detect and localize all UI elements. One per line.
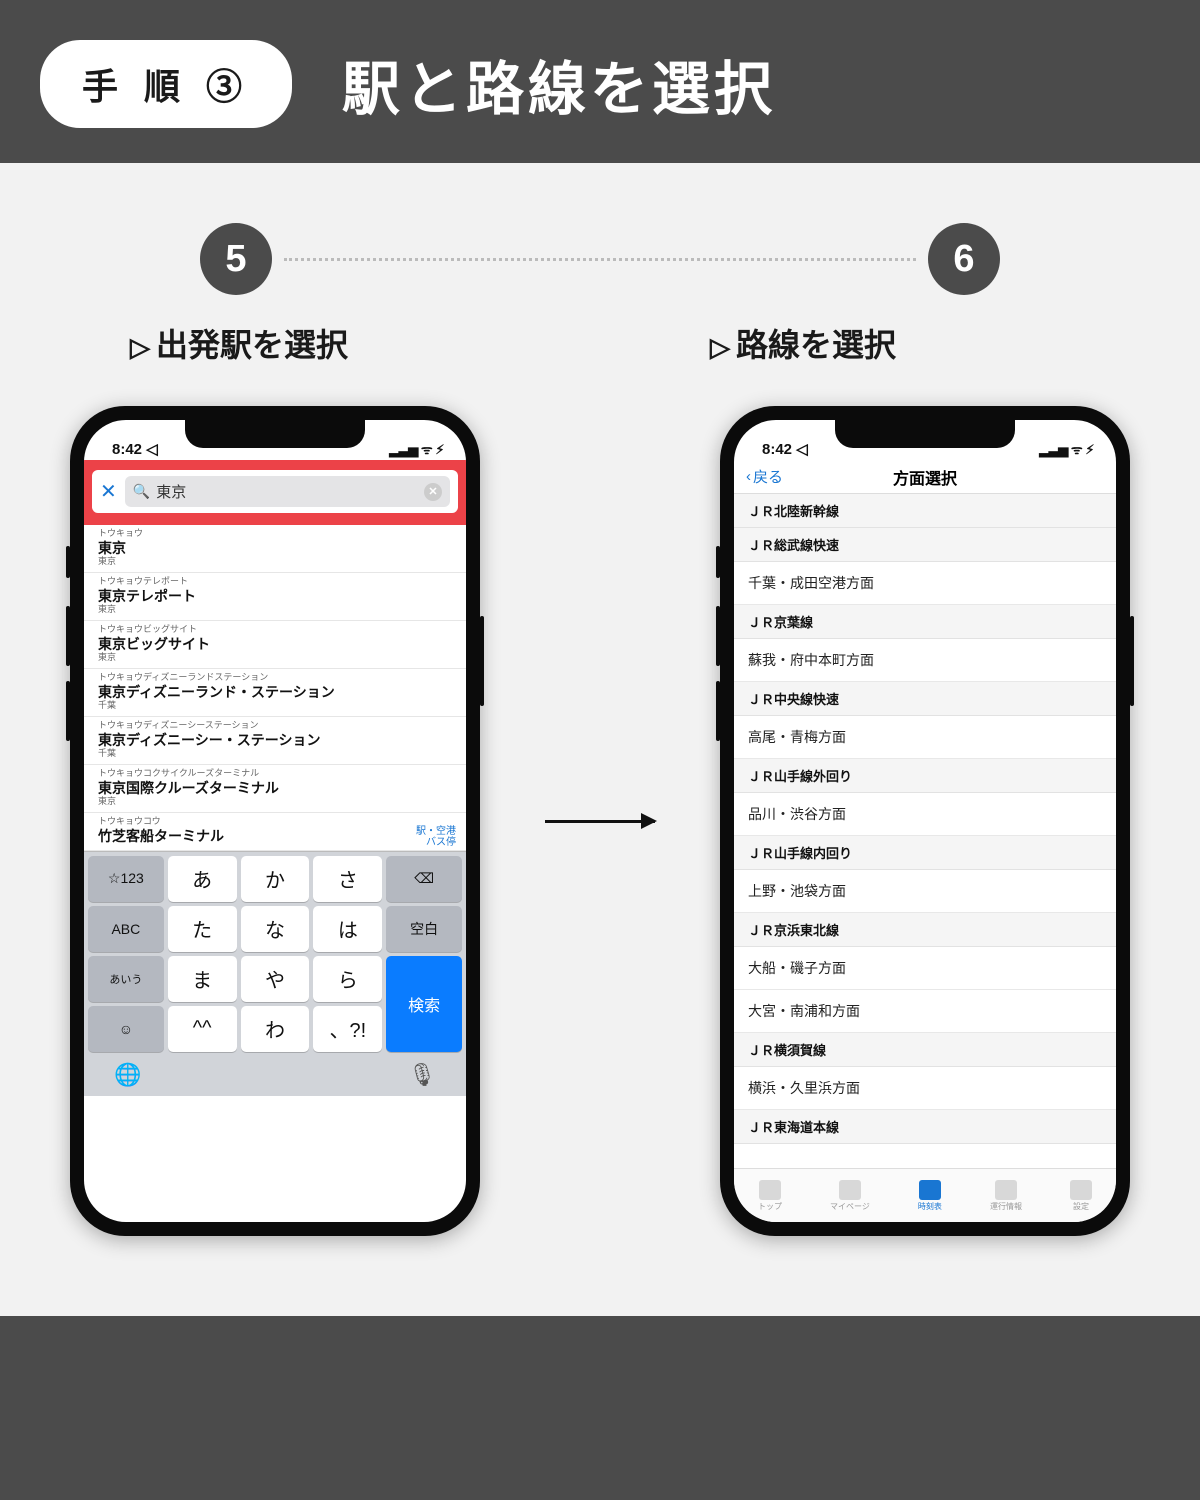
route-header: ＪＲ東海道本線 [734,1110,1116,1144]
search-input[interactable]: 🔍 東京 ✕ [125,476,450,507]
result-item[interactable]: トウキョウ東京東京 [84,525,466,573]
keyboard-key[interactable]: ABC [88,906,164,952]
route-header: ＪＲ京葉線 [734,605,1116,639]
page-title: 駅と路線を選択 [342,42,776,126]
route-item[interactable]: 蘇我・府中本町方面 [734,639,1116,682]
route-item[interactable]: 高尾・青梅方面 [734,716,1116,759]
mic-icon[interactable]: 🎙 [408,1062,436,1088]
keyboard-key[interactable]: 、?! [313,1006,382,1052]
route-header: ＪＲ山手線外回り [734,759,1116,793]
triangle-icon: ▷ [710,332,730,362]
search-highlight: ✕ 🔍 東京 ✕ [84,460,466,525]
route-list: ＪＲ北陸新幹線ＪＲ総武線快速千葉・成田空港方面ＪＲ京葉線蘇我・府中本町方面ＪＲ中… [734,494,1116,1152]
nav-title: 方面選択 [893,465,957,489]
route-header: ＪＲ京浜東北線 [734,913,1116,947]
result-item[interactable]: トウキョウビッグサイト東京ビッグサイト東京 [84,621,466,669]
phone-mockup-5: 8:42 ◁ ▂▃▅ ᯤ ⚡︎ ✕ 🔍 東京 ✕ トウキョウ東京東京トウキ [70,406,480,1236]
keyboard-key[interactable]: あ [168,856,237,902]
tab-icon [995,1180,1017,1200]
route-item[interactable]: 大宮・南浦和方面 [734,990,1116,1033]
step-badge: 手 順 ③ [40,40,292,128]
keyboard-key[interactable]: や [241,956,310,1002]
nav-bar: ‹戻る 方面選択 [734,460,1116,494]
arrow [480,820,720,823]
header: 手 順 ③ 駅と路線を選択 [0,0,1200,163]
result-item[interactable]: トウキョウコクサイクルーズターミナル東京国際クルーズターミナル東京 [84,765,466,813]
keyboard-key[interactable]: ☺ [88,1006,164,1052]
search-value: 東京 [156,481,186,502]
status-icons: ▂▃▅ ᯤ ⚡︎ [1039,440,1094,458]
route-item[interactable]: 千葉・成田空港方面 [734,562,1116,605]
triangle-icon: ▷ [130,332,150,362]
search-key[interactable]: 検索 [386,956,462,1052]
search-icon: 🔍 [133,483,150,500]
keyboard-key[interactable]: あいう [88,956,164,1002]
keyboard-key[interactable]: ^^ [168,1006,237,1052]
route-header: ＪＲ横須賀線 [734,1033,1116,1067]
route-header: ＪＲ中央線快速 [734,682,1116,716]
route-item[interactable]: 横浜・久里浜方面 [734,1067,1116,1110]
content: 5 6 ▷出発駅を選択 ▷路線を選択 8:42 ◁ ▂▃▅ ᯤ ⚡︎ ✕ � [0,163,1200,1316]
tab-bar: トップ マイページ 時刻表 運行情報 設定 [734,1168,1116,1222]
step-label-5: ▷出発駅を選択 [130,320,550,366]
keyboard-key[interactable]: は [313,906,382,952]
keyboard-key[interactable]: ら [313,956,382,1002]
back-button[interactable]: ‹戻る [746,466,783,487]
step-circle-5: 5 [200,223,272,295]
dots-connector [284,258,916,261]
status-icons: ▂▃▅ ᯤ ⚡︎ [389,440,444,458]
keyboard-key[interactable]: ☆123 [88,856,164,902]
keyboard-key[interactable]: ⌫ [386,856,462,902]
labels-row: ▷出発駅を選択 ▷路線を選択 [70,320,1130,366]
result-item[interactable]: トウキョウコウ竹芝客船ターミナル駅・空港バス停 [84,813,466,851]
results-list: トウキョウ東京東京トウキョウテレポート東京テレポート東京トウキョウビッグサイト東… [84,525,466,851]
tab-icon [839,1180,861,1200]
step-circle-6: 6 [928,223,1000,295]
keyboard: ☆123あかさ⌫ ABCたなは空白あいうまやら検索 ☺^^わ、?! 🌐 🎙 [84,851,466,1096]
tab-icon [1070,1180,1092,1200]
route-item[interactable]: 大船・磯子方面 [734,947,1116,990]
tab-item[interactable]: トップ [758,1180,782,1212]
result-item[interactable]: トウキョウディズニーランドステーション東京ディズニーランド・ステーション千葉 [84,669,466,717]
keyboard-key[interactable]: わ [241,1006,310,1052]
tab-icon [919,1180,941,1200]
steps-row: 5 6 [70,223,1130,295]
keyboard-key[interactable]: た [168,906,237,952]
keyboard-key[interactable]: か [241,856,310,902]
chevron-left-icon: ‹ [746,468,751,485]
keyboard-key[interactable]: な [241,906,310,952]
phones-row: 8:42 ◁ ▂▃▅ ᯤ ⚡︎ ✕ 🔍 東京 ✕ トウキョウ東京東京トウキ [70,406,1130,1236]
notch [835,420,1015,448]
result-item[interactable]: トウキョウテレポート東京テレポート東京 [84,573,466,621]
route-item[interactable]: 品川・渋谷方面 [734,793,1116,836]
tab-icon [759,1180,781,1200]
step-label-6: ▷路線を選択 [650,320,1070,366]
route-header: ＪＲ総武線快速 [734,528,1116,562]
tab-item[interactable]: 運行情報 [990,1180,1022,1212]
search-box: ✕ 🔍 東京 ✕ [92,470,458,513]
notch [185,420,365,448]
clear-icon[interactable]: ✕ [424,483,442,501]
route-header: ＪＲ山手線内回り [734,836,1116,870]
keyboard-key[interactable]: ま [168,956,237,1002]
keyboard-key[interactable]: さ [313,856,382,902]
route-item[interactable]: 上野・池袋方面 [734,870,1116,913]
globe-icon[interactable]: 🌐 [114,1062,141,1088]
tab-item[interactable]: 設定 [1070,1180,1092,1212]
keyboard-key[interactable]: 空白 [386,906,462,952]
route-header: ＪＲ北陸新幹線 [734,494,1116,528]
close-icon[interactable]: ✕ [100,479,117,504]
tab-item[interactable]: 時刻表 [918,1180,942,1212]
result-item[interactable]: トウキョウディズニーシーステーション東京ディズニーシー・ステーション千葉 [84,717,466,765]
phone-mockup-6: 8:42 ◁ ▂▃▅ ᯤ ⚡︎ ‹戻る 方面選択 ＪＲ北陸新幹線ＪＲ総武線快速千… [720,406,1130,1236]
tab-item[interactable]: マイページ [830,1180,870,1212]
